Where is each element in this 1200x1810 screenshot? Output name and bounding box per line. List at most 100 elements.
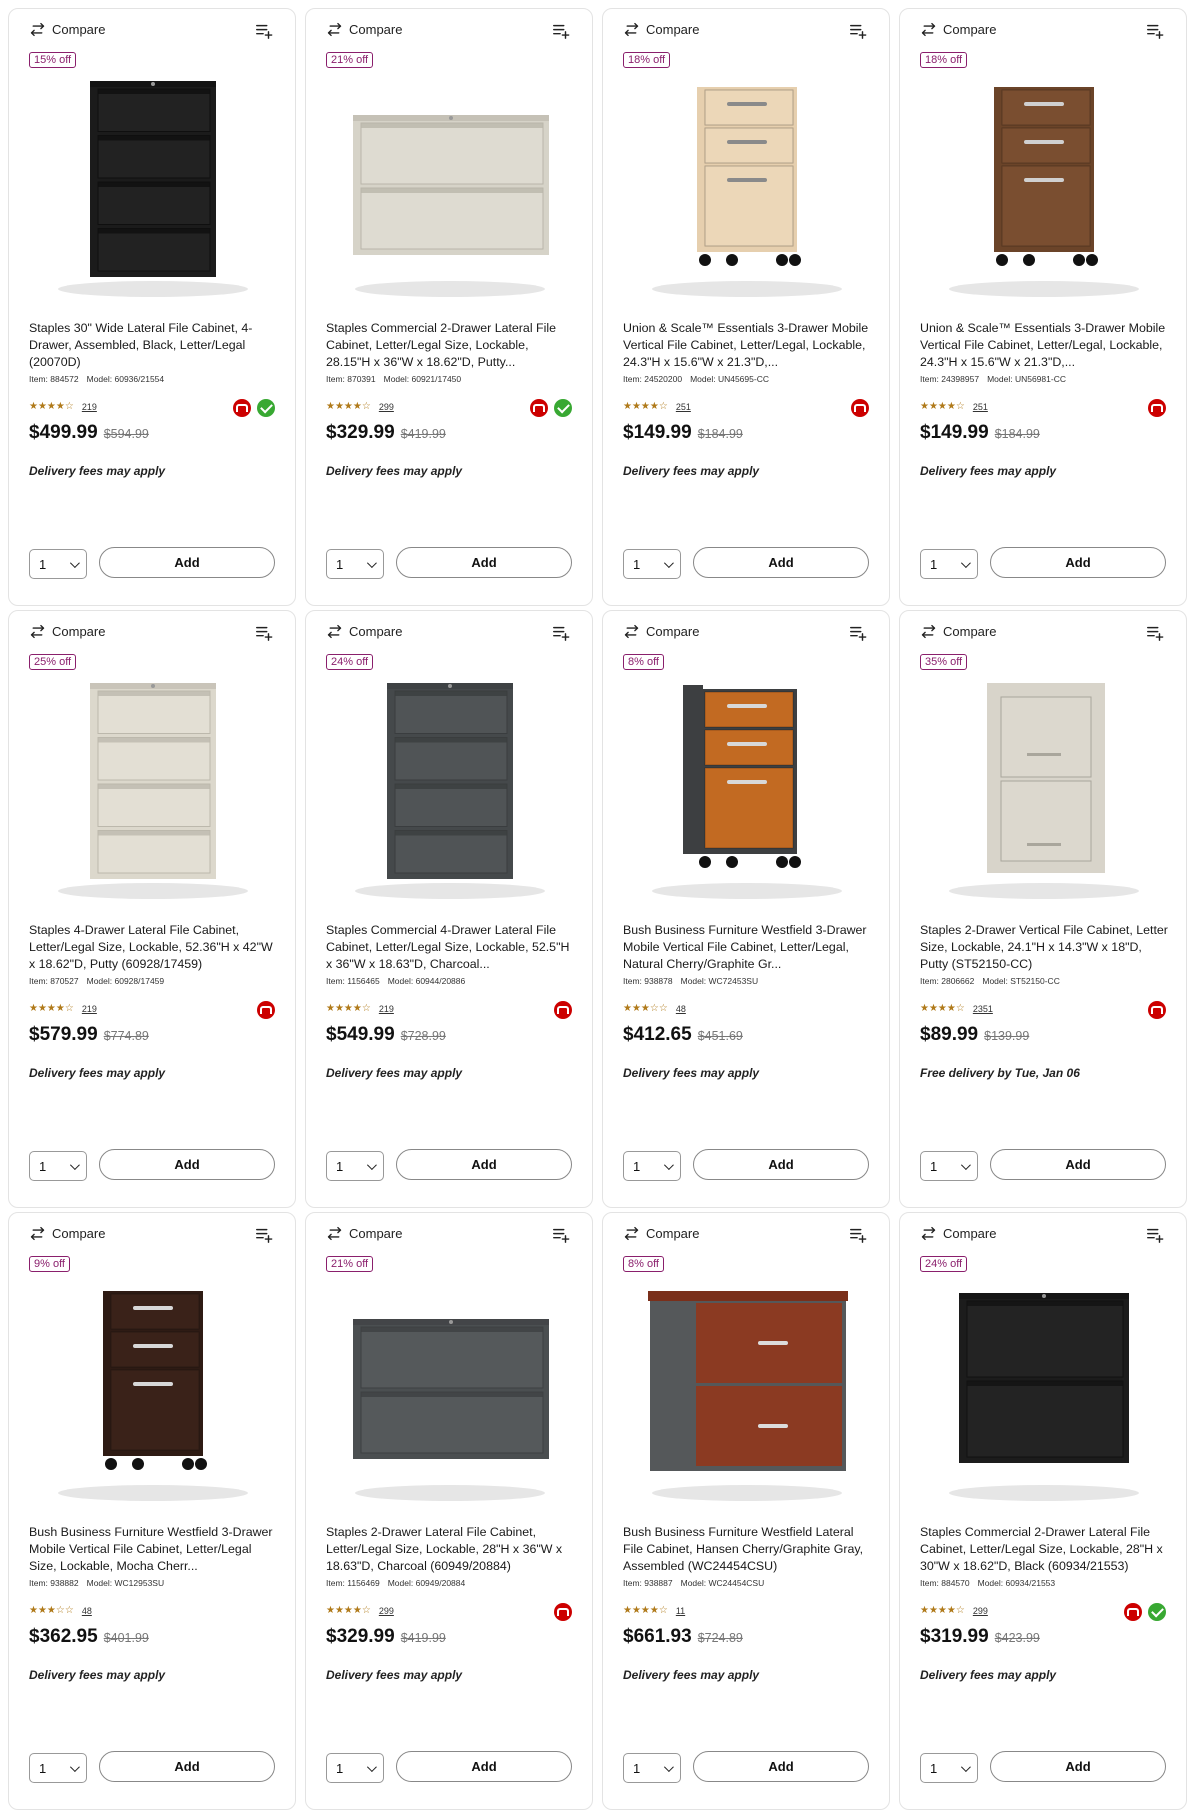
product-title[interactable]: Union & Scale™ Essentials 3-Drawer Mobil… bbox=[920, 320, 1170, 372]
review-count-link[interactable]: 48 bbox=[82, 1606, 92, 1616]
compare-toggle[interactable]: Compare bbox=[623, 623, 699, 640]
quantity-select[interactable]: 1 bbox=[920, 549, 978, 579]
product-image[interactable] bbox=[918, 1268, 1170, 1508]
product-image[interactable] bbox=[324, 666, 576, 906]
review-count-link[interactable]: 11 bbox=[676, 1606, 685, 1616]
add-to-list-icon[interactable] bbox=[552, 1226, 570, 1244]
add-to-cart-button[interactable]: Add bbox=[396, 1751, 572, 1782]
compare-toggle[interactable]: Compare bbox=[29, 1225, 105, 1242]
add-to-list-icon[interactable] bbox=[849, 22, 867, 40]
product-card: Compare 35% off Staples 2-Drawer Vertica… bbox=[899, 610, 1187, 1208]
compare-toggle[interactable]: Compare bbox=[920, 1225, 996, 1242]
product-image[interactable] bbox=[27, 64, 279, 304]
quantity-select[interactable]: 1 bbox=[326, 549, 384, 579]
compare-toggle[interactable]: Compare bbox=[29, 21, 105, 38]
compare-toggle[interactable]: Compare bbox=[326, 21, 402, 38]
product-image[interactable] bbox=[621, 64, 873, 304]
add-to-list-icon[interactable] bbox=[255, 22, 273, 40]
product-title[interactable]: Union & Scale™ Essentials 3-Drawer Mobil… bbox=[623, 320, 873, 372]
add-to-list-icon[interactable] bbox=[255, 624, 273, 642]
rating: ★★★★☆ 219 bbox=[326, 1003, 394, 1014]
product-title[interactable]: Bush Business Furniture Westfield 3-Draw… bbox=[623, 922, 873, 974]
compare-toggle[interactable]: Compare bbox=[29, 623, 105, 640]
quantity-select[interactable]: 1 bbox=[326, 1151, 384, 1181]
add-to-list-icon[interactable] bbox=[1146, 22, 1164, 40]
discount-badge: 18% off bbox=[920, 52, 968, 68]
compare-toggle[interactable]: Compare bbox=[623, 1225, 699, 1242]
compare-toggle[interactable]: Compare bbox=[920, 623, 996, 640]
review-count-link[interactable]: 299 bbox=[379, 402, 394, 412]
add-to-cart-button[interactable]: Add bbox=[990, 547, 1166, 578]
product-image[interactable] bbox=[27, 1268, 279, 1508]
original-price: $184.99 bbox=[697, 427, 743, 441]
add-to-cart-button[interactable]: Add bbox=[990, 1149, 1166, 1180]
product-title[interactable]: Staples 2-Drawer Lateral File Cabinet, L… bbox=[326, 1524, 576, 1576]
quantity-select[interactable]: 1 bbox=[29, 1151, 87, 1181]
compare-toggle[interactable]: Compare bbox=[326, 623, 402, 640]
file-cabinet-illustration bbox=[355, 682, 545, 899]
item-number: Item: 24398957 bbox=[920, 374, 980, 384]
review-count-link[interactable]: 48 bbox=[676, 1004, 686, 1014]
review-count-link[interactable]: 299 bbox=[973, 1606, 988, 1616]
price-block: $661.93 $724.89 bbox=[623, 1626, 743, 1648]
add-to-list-icon[interactable] bbox=[1146, 1226, 1164, 1244]
product-title[interactable]: Bush Business Furniture Westfield Latera… bbox=[623, 1524, 873, 1576]
product-image[interactable] bbox=[324, 64, 576, 304]
rating: ★★★★☆ 299 bbox=[326, 1605, 394, 1616]
review-count-link[interactable]: 219 bbox=[379, 1004, 394, 1014]
product-title[interactable]: Bush Business Furniture Westfield 3-Draw… bbox=[29, 1524, 279, 1576]
add-to-list-icon[interactable] bbox=[1146, 624, 1164, 642]
product-title[interactable]: Staples Commercial 2-Drawer Lateral File… bbox=[326, 320, 576, 372]
add-to-list-icon[interactable] bbox=[849, 624, 867, 642]
add-to-cart-button[interactable]: Add bbox=[396, 547, 572, 578]
add-to-cart-button[interactable]: Add bbox=[693, 1149, 869, 1180]
add-to-cart-button[interactable]: Add bbox=[396, 1149, 572, 1180]
add-to-cart-button[interactable]: Add bbox=[99, 547, 275, 578]
product-title[interactable]: Staples Commercial 4-Drawer Lateral File… bbox=[326, 922, 576, 974]
review-count-link[interactable]: 251 bbox=[676, 402, 691, 412]
add-to-list-icon[interactable] bbox=[552, 624, 570, 642]
product-image[interactable] bbox=[621, 666, 873, 906]
add-to-cart-button[interactable]: Add bbox=[693, 547, 869, 578]
product-image[interactable] bbox=[324, 1268, 576, 1508]
quantity-select[interactable]: 1 bbox=[920, 1753, 978, 1783]
model-number: Model: WC12953SU bbox=[86, 1578, 165, 1588]
model-number: Model: 60936/21554 bbox=[86, 374, 165, 384]
original-price: $451.69 bbox=[697, 1029, 743, 1043]
add-to-list-icon[interactable] bbox=[849, 1226, 867, 1244]
add-to-list-icon[interactable] bbox=[255, 1226, 273, 1244]
quantity-select[interactable]: 1 bbox=[326, 1753, 384, 1783]
add-to-cart-button[interactable]: Add bbox=[99, 1751, 275, 1782]
quantity-select[interactable]: 1 bbox=[29, 1753, 87, 1783]
product-title[interactable]: Staples 2-Drawer Vertical File Cabinet, … bbox=[920, 922, 1170, 974]
product-image[interactable] bbox=[27, 666, 279, 906]
delivery-truck-icon bbox=[554, 1603, 572, 1621]
compare-toggle[interactable]: Compare bbox=[920, 21, 996, 38]
quantity-select[interactable]: 1 bbox=[920, 1151, 978, 1181]
add-to-cart-button[interactable]: Add bbox=[693, 1751, 869, 1782]
product-image[interactable] bbox=[918, 666, 1170, 906]
review-count-link[interactable]: 219 bbox=[82, 1004, 97, 1014]
add-to-list-icon[interactable] bbox=[552, 22, 570, 40]
product-image[interactable] bbox=[918, 64, 1170, 304]
quantity-select[interactable]: 1 bbox=[623, 549, 681, 579]
product-card: Compare 9% off Bush Business Furniture W… bbox=[8, 1212, 296, 1810]
review-count-link[interactable]: 2351 bbox=[973, 1004, 993, 1014]
quantity-select[interactable]: 1 bbox=[623, 1753, 681, 1783]
delivery-note: Delivery fees may apply bbox=[623, 1066, 760, 1080]
add-to-cart-button[interactable]: Add bbox=[990, 1751, 1166, 1782]
add-to-cart-button[interactable]: Add bbox=[99, 1149, 275, 1180]
compare-arrows-icon bbox=[624, 22, 639, 37]
review-count-link[interactable]: 219 bbox=[82, 402, 97, 412]
review-count-link[interactable]: 299 bbox=[379, 1606, 394, 1616]
review-count-link[interactable]: 251 bbox=[973, 402, 988, 412]
quantity-value: 1 bbox=[39, 1158, 47, 1174]
product-image[interactable] bbox=[621, 1268, 873, 1508]
product-title[interactable]: Staples Commercial 2-Drawer Lateral File… bbox=[920, 1524, 1170, 1576]
quantity-select[interactable]: 1 bbox=[29, 549, 87, 579]
product-title[interactable]: Staples 4-Drawer Lateral File Cabinet, L… bbox=[29, 922, 279, 974]
compare-toggle[interactable]: Compare bbox=[623, 21, 699, 38]
compare-toggle[interactable]: Compare bbox=[326, 1225, 402, 1242]
product-title[interactable]: Staples 30" Wide Lateral File Cabinet, 4… bbox=[29, 320, 279, 372]
quantity-select[interactable]: 1 bbox=[623, 1151, 681, 1181]
